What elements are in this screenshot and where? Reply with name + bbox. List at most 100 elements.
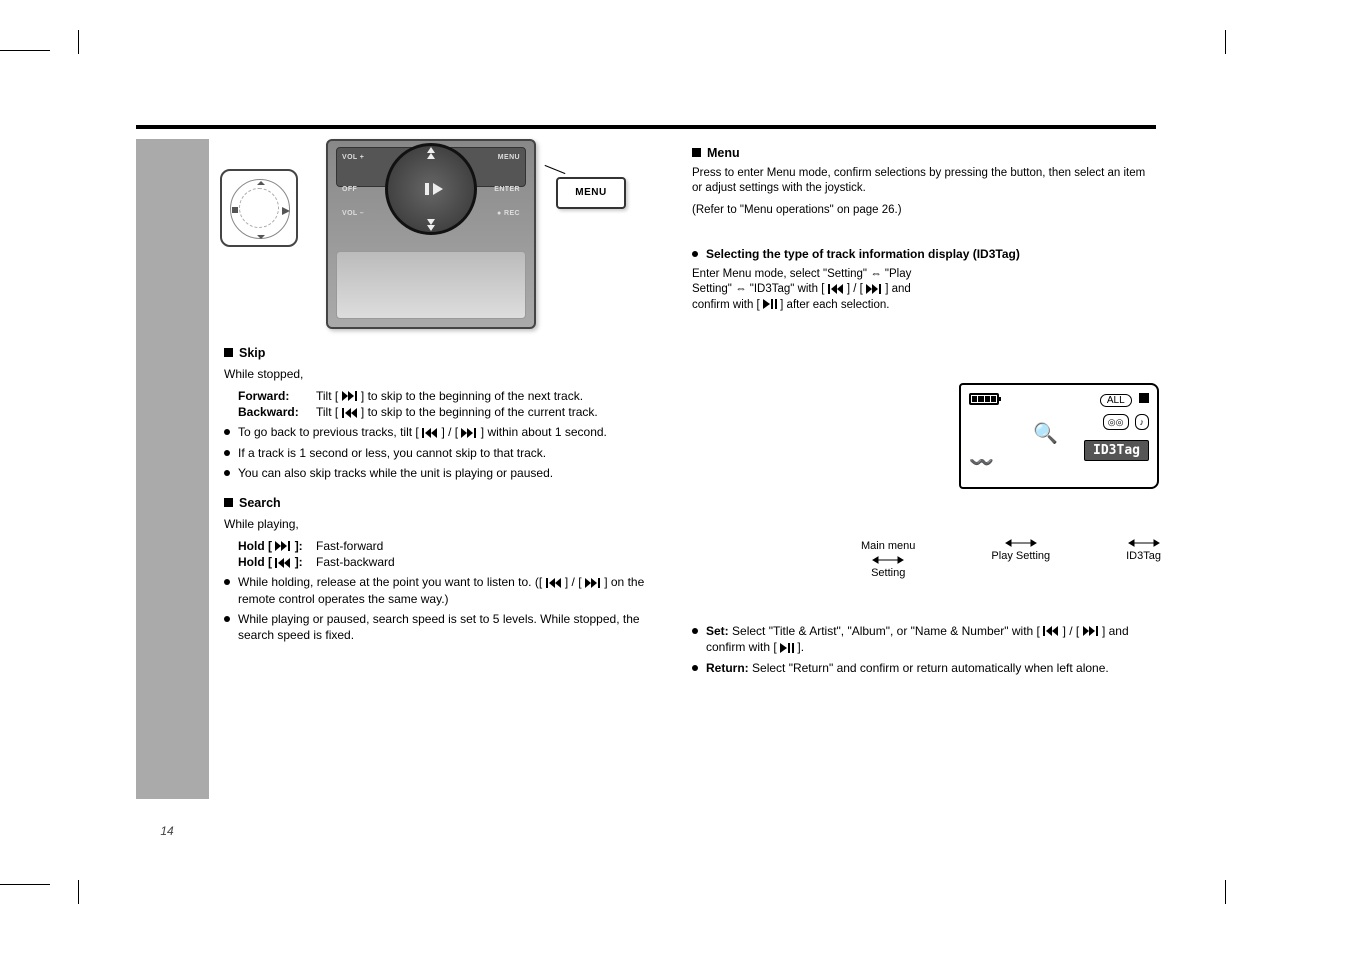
search-bullet-2-text: While playing or paused, search speed is… [238, 611, 664, 643]
return-bullet: Return: Select "Return" and confirm or r… [692, 660, 1157, 676]
column-right: Menu Press to enter Menu mode, confirm s… [692, 139, 1157, 680]
lcd-screen: ALL ◎◎ ♪ 🔍 〰️ ID3Tag [959, 383, 1159, 489]
column-left: VOL + VOL – MENU ENTER ● REC OFF [224, 139, 664, 647]
bullet-icon [692, 665, 698, 671]
skip-forward-line: Forward: Tilt [ Tilt [▶▶|] to skip to th… [238, 388, 664, 404]
bullet-icon [224, 579, 230, 585]
crop-mark [0, 884, 50, 885]
return-body: Select "Return" and confirm or return au… [752, 661, 1109, 675]
menu-chip-label: MENU [575, 186, 606, 200]
skip-bullet-1: To go back to previous tracks, tilt [ ] … [224, 424, 664, 440]
cycle-main: Main menu [861, 539, 915, 554]
search-backward-body: Fast-backward [316, 554, 395, 570]
next-track-icon [342, 391, 358, 402]
prev-track-icon [275, 558, 291, 569]
stop-icon [1139, 393, 1149, 403]
id3-steps: Enter Menu mode, select "Setting" ⇔ "Pla… [692, 267, 942, 314]
prev-track-icon [828, 284, 844, 295]
rule-top [136, 125, 1156, 129]
lcd-mode-badge: ALL [1100, 394, 1132, 407]
skip-bullet-3-text: You can also skip tracks while the unit … [238, 465, 553, 481]
id3-bullet: Selecting the type of track information … [692, 246, 1157, 262]
double-arrow-icon [873, 556, 903, 564]
note-icon: ♪ [1135, 414, 1150, 430]
label-off: OFF [342, 185, 357, 194]
heading-skip-text: Skip [239, 345, 265, 362]
crop-mark [78, 880, 79, 904]
play-pause-icon [763, 299, 777, 310]
device-illustration: VOL + VOL – MENU ENTER ● REC OFF [224, 139, 664, 339]
skip-backward-post: ] to skip to the beginning of the curren… [361, 405, 598, 419]
next-track-icon [461, 428, 477, 439]
id3-bullet-text: Selecting the type of track information … [706, 246, 1020, 262]
set-lead: Set: [706, 624, 729, 638]
bullet-icon [224, 616, 230, 622]
heading-search-text: Search [239, 495, 281, 512]
next-track-icon [866, 284, 882, 295]
page: VOL + VOL – MENU ENTER ● REC OFF [136, 125, 1156, 139]
label-menu: MENU [498, 153, 520, 162]
skip-bullet-3: You can also skip tracks while the unit … [224, 465, 664, 481]
set-bullet: Set: Select "Title & Artist", "Album", o… [692, 623, 1157, 655]
search-intro: While playing, [224, 516, 664, 532]
label-enter: ENTER [494, 185, 520, 194]
search-backward-line: Hold [ ]: Hold [|◀◀]: Fast-backward [238, 554, 664, 570]
label-rec: ● REC [497, 209, 520, 218]
heading-skip: Skip [224, 345, 664, 362]
lcd-id3tag-label: ID3Tag [1084, 440, 1149, 461]
menu-path-row: Main menu Setting Play Setting [861, 539, 1161, 581]
skip-forward-post: ] to skip to the beginning of the next t… [361, 389, 583, 403]
search-bullet-2: While playing or paused, search speed is… [224, 611, 664, 643]
label-vol-plus: VOL + [342, 153, 364, 162]
square-bullet-icon [224, 348, 233, 357]
skip-forward-pre: Tilt [ [316, 389, 338, 403]
cassette-icon: ◎◎ [1103, 414, 1129, 430]
heading-menu-text: Menu [707, 145, 740, 162]
skip-bullet-2: If a track is 1 second or less, you cann… [224, 445, 664, 461]
bullet-icon [224, 429, 230, 435]
skip-while-stopped: While stopped, [224, 366, 664, 382]
next-track-icon [1083, 626, 1099, 637]
prev-track-icon [1043, 626, 1059, 637]
swirl-icon: 〰️ [969, 450, 994, 477]
skip-forward-lead: Forward: [238, 388, 310, 404]
remote-ring-icon [220, 169, 298, 247]
search-bullet-1: While holding, release at the point you … [224, 574, 664, 606]
page-number: 14 [147, 823, 187, 839]
cycle-play: Play Setting [991, 549, 1050, 564]
prev-track-icon [342, 408, 358, 419]
bullet-icon [224, 450, 230, 456]
return-lead: Return: [706, 661, 749, 675]
menu-chip-icon: MENU [556, 177, 626, 209]
menu-intro-ref: (Refer to "Menu operations" on page 26.) [692, 203, 1157, 219]
bullet-icon [692, 628, 698, 634]
crop-mark [1225, 880, 1226, 904]
crop-mark [1225, 30, 1226, 54]
skip-bullet-2-text: If a track is 1 second or less, you cann… [238, 445, 546, 461]
ring-glyphs-icon [222, 171, 300, 249]
cycle-setting: Setting [871, 566, 905, 581]
search-forward-line: Hold [ ]: Hold [▶▶|]: Fast-forward [238, 538, 664, 554]
search-forward-body: Fast-forward [316, 538, 383, 554]
play-pause-icon [780, 643, 794, 654]
square-bullet-icon [224, 498, 233, 507]
next-track-icon [585, 578, 601, 589]
bullet-icon [692, 251, 698, 257]
crop-mark [78, 30, 79, 54]
prev-track-icon [546, 578, 562, 589]
battery-icon [969, 393, 999, 405]
square-bullet-icon [692, 148, 701, 157]
sidebar-shade [136, 139, 209, 799]
double-arrow-icon [1129, 539, 1159, 547]
double-arrow-icon [1006, 539, 1036, 547]
magnifier-icon: 🔍 [1033, 421, 1058, 448]
skip-backward-lead: Backward: [238, 404, 310, 420]
bullet-icon [224, 470, 230, 476]
crop-mark [0, 50, 50, 51]
player-body-icon: VOL + VOL – MENU ENTER ● REC OFF [326, 139, 536, 329]
skip-backward-line: Backward: Tilt [ Tilt [|◀◀] to skip to t… [238, 404, 664, 420]
cycle-id3: ID3Tag [1126, 549, 1161, 564]
next-track-icon [275, 541, 291, 552]
menu-intro: Press to enter Menu mode, confirm select… [692, 166, 1157, 197]
heading-search: Search [224, 495, 664, 512]
